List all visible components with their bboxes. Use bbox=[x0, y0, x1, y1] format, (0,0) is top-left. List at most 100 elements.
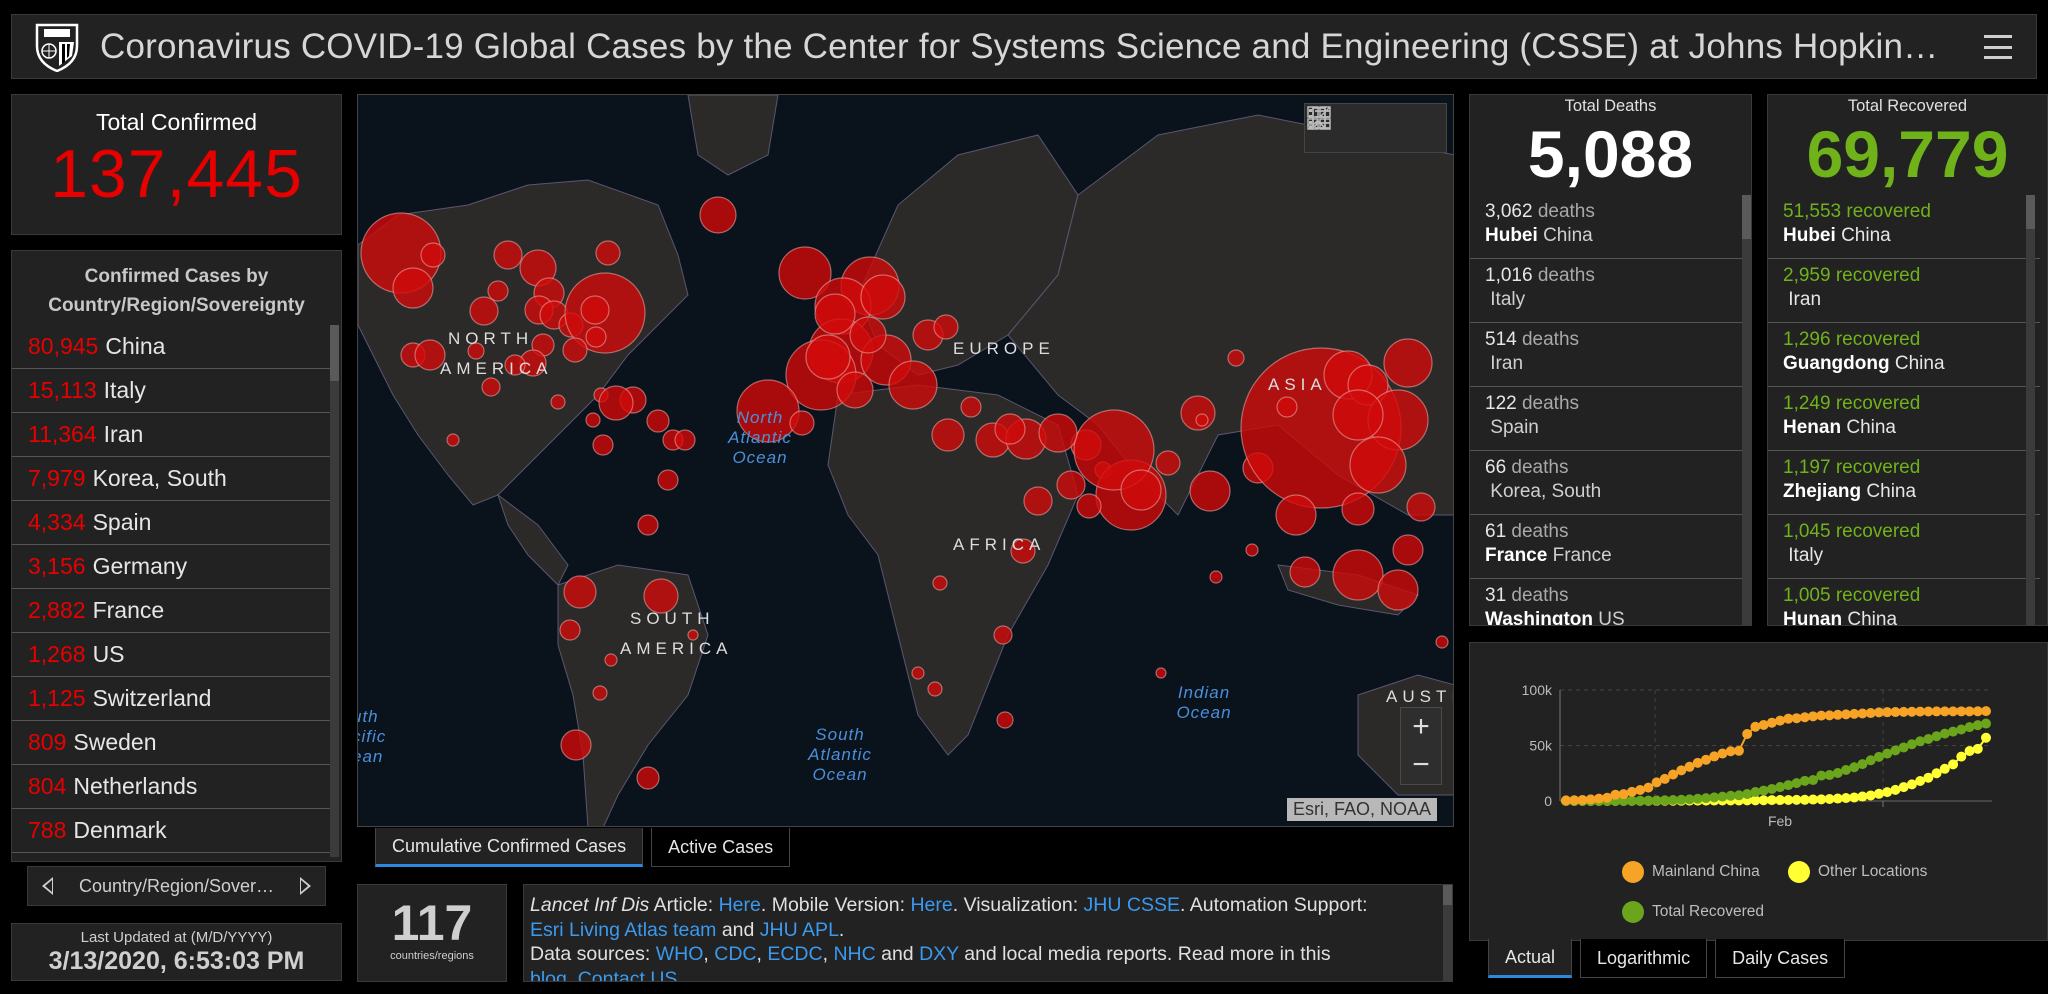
scrollbar-thumb[interactable] bbox=[330, 325, 339, 381]
case-bubble[interactable] bbox=[580, 295, 610, 325]
mobile-version-link[interactable]: Here bbox=[910, 894, 952, 916]
case-bubble[interactable] bbox=[1289, 556, 1321, 588]
case-bubble[interactable] bbox=[1276, 396, 1298, 418]
dxy-link[interactable]: DXY bbox=[919, 943, 959, 965]
case-bubble[interactable] bbox=[1383, 338, 1433, 388]
case-bubble[interactable] bbox=[1377, 569, 1419, 611]
case-bubble[interactable] bbox=[1120, 469, 1162, 511]
zoom-out-button[interactable]: − bbox=[1401, 746, 1441, 784]
case-bubble[interactable] bbox=[1406, 492, 1436, 522]
case-bubble[interactable] bbox=[392, 267, 434, 309]
case-bubble[interactable] bbox=[585, 326, 607, 348]
case-bubble[interactable] bbox=[1332, 549, 1384, 601]
recovered-list-scrollbar[interactable] bbox=[2026, 195, 2035, 625]
case-bubble[interactable] bbox=[933, 314, 959, 340]
tab-logarithmic[interactable]: Logarithmic bbox=[1580, 939, 1708, 978]
case-bubble[interactable] bbox=[960, 396, 982, 418]
case-bubble[interactable] bbox=[559, 619, 581, 641]
case-bubble[interactable] bbox=[1038, 413, 1078, 453]
map-canvas[interactable] bbox=[358, 95, 1454, 827]
case-bubble[interactable] bbox=[562, 337, 588, 363]
case-bubble[interactable] bbox=[487, 280, 509, 302]
blog-link[interactable]: blog bbox=[530, 968, 567, 982]
cdc-link[interactable]: CDC bbox=[714, 943, 756, 965]
info-scrollbar[interactable] bbox=[1443, 885, 1452, 981]
case-bubble[interactable] bbox=[657, 469, 679, 491]
deaths-list[interactable]: 3,062 deaths Hubei China 1,016 deaths Ital… bbox=[1470, 195, 1742, 625]
case-bubble[interactable] bbox=[446, 433, 460, 447]
basemap-gallery-icon[interactable] bbox=[1305, 104, 1333, 132]
zoom-in-button[interactable]: + bbox=[1401, 708, 1441, 746]
next-list-arrow-icon[interactable] bbox=[300, 877, 311, 895]
case-bubble[interactable] bbox=[550, 394, 566, 410]
tab-active-cases[interactable]: Active Cases bbox=[651, 828, 791, 867]
country-list-item[interactable]: 80,945 China bbox=[12, 325, 332, 369]
country-list-item[interactable]: 15,113 Italy bbox=[12, 369, 332, 413]
hamburger-menu-icon[interactable] bbox=[1984, 35, 2012, 59]
scrollbar-thumb[interactable] bbox=[1443, 885, 1452, 905]
tab-actual[interactable]: Actual bbox=[1488, 939, 1573, 978]
case-bubble[interactable] bbox=[595, 240, 621, 266]
case-bubble[interactable] bbox=[420, 242, 446, 268]
jhu-csse-link[interactable]: JHU CSSE bbox=[1084, 894, 1180, 916]
case-bubble[interactable] bbox=[646, 409, 670, 433]
recovered-list-item[interactable]: 51,553 recovered Hubei China bbox=[1768, 195, 2040, 259]
case-bubble[interactable] bbox=[836, 371, 874, 409]
case-bubble[interactable] bbox=[1155, 450, 1181, 476]
case-bubble[interactable] bbox=[993, 625, 1013, 645]
case-bubble[interactable] bbox=[674, 429, 696, 451]
esri-living-atlas-link[interactable]: Esri Living Atlas team bbox=[530, 919, 716, 941]
case-bubble[interactable] bbox=[1435, 635, 1449, 649]
recovered-list-item[interactable]: 1,197 recovered Zhejiang China bbox=[1768, 451, 2040, 515]
legend-item-mainland-china[interactable]: Mainland China bbox=[1622, 861, 1760, 883]
country-list-item[interactable]: 788 Denmark bbox=[12, 809, 332, 853]
country-list-item[interactable]: 3,156 Germany bbox=[12, 545, 332, 589]
case-bubble[interactable] bbox=[927, 681, 943, 697]
deaths-list-scrollbar[interactable] bbox=[1742, 195, 1751, 625]
recovered-list-item[interactable]: 2,959 recovered Iran bbox=[1768, 259, 2040, 323]
deaths-list-item[interactable]: 1,016 deaths Italy bbox=[1470, 259, 1742, 323]
recovered-list-item[interactable]: 1,005 recovered Hunan China bbox=[1768, 579, 2040, 625]
case-bubble[interactable] bbox=[636, 766, 660, 790]
country-list-item[interactable]: 1,125 Switzerland bbox=[12, 677, 332, 721]
scrollbar-thumb[interactable] bbox=[2026, 195, 2035, 229]
case-bubble[interactable] bbox=[481, 377, 501, 397]
case-bubble[interactable] bbox=[560, 729, 592, 761]
case-bubble[interactable] bbox=[1227, 349, 1245, 367]
deaths-list-item[interactable]: 122 deaths Spain bbox=[1470, 387, 1742, 451]
lancet-article-link[interactable]: Here bbox=[719, 894, 761, 916]
country-list-item[interactable]: 4,334 Spain bbox=[12, 501, 332, 545]
case-bubble[interactable] bbox=[1209, 570, 1223, 584]
previous-list-arrow-icon[interactable] bbox=[42, 877, 53, 895]
deaths-list-item[interactable]: 66 deaths Korea, South bbox=[1470, 451, 1742, 515]
legend-item-total-recovered[interactable]: Total Recovered bbox=[1622, 901, 1764, 923]
case-bubble[interactable] bbox=[911, 666, 925, 680]
case-bubble[interactable] bbox=[932, 575, 948, 591]
country-list-item[interactable]: 804 Netherlands bbox=[12, 765, 332, 809]
recovered-list-item[interactable]: 1,296 recovered Guangdong China bbox=[1768, 323, 2040, 387]
case-bubble[interactable] bbox=[860, 274, 906, 320]
legend-item-other-locations[interactable]: Other Locations bbox=[1788, 861, 1927, 883]
country-list-item[interactable]: 1,268 US bbox=[12, 633, 332, 677]
case-bubble[interactable] bbox=[849, 316, 887, 354]
jhu-apl-link[interactable]: JHU APL bbox=[760, 919, 839, 941]
case-bubble[interactable] bbox=[1392, 534, 1424, 566]
case-bubble[interactable] bbox=[1245, 543, 1259, 557]
deaths-list-item[interactable]: 3,062 deaths Hubei China bbox=[1470, 195, 1742, 259]
case-bubble[interactable] bbox=[585, 412, 601, 428]
case-bubble[interactable] bbox=[931, 418, 965, 452]
ecdc-link[interactable]: ECDC bbox=[767, 943, 822, 965]
who-link[interactable]: WHO bbox=[656, 943, 704, 965]
contact-us-link[interactable]: Contact US bbox=[578, 968, 678, 982]
scrollbar-thumb[interactable] bbox=[1742, 195, 1751, 239]
case-bubble[interactable] bbox=[1332, 389, 1384, 441]
case-bubble[interactable] bbox=[637, 514, 659, 536]
case-bubble[interactable] bbox=[1155, 667, 1167, 679]
deaths-list-item[interactable]: 61 deaths France France bbox=[1470, 515, 1742, 579]
recovered-list-item[interactable]: 1,249 recovered Henan China bbox=[1768, 387, 2040, 451]
case-bubble[interactable] bbox=[1349, 436, 1407, 494]
country-list-item[interactable]: 7,979 Korea, South bbox=[12, 457, 332, 501]
case-bubble[interactable] bbox=[1056, 470, 1086, 500]
country-list-item[interactable]: 11,364 Iran bbox=[12, 413, 332, 457]
case-bubble[interactable] bbox=[1195, 413, 1209, 427]
